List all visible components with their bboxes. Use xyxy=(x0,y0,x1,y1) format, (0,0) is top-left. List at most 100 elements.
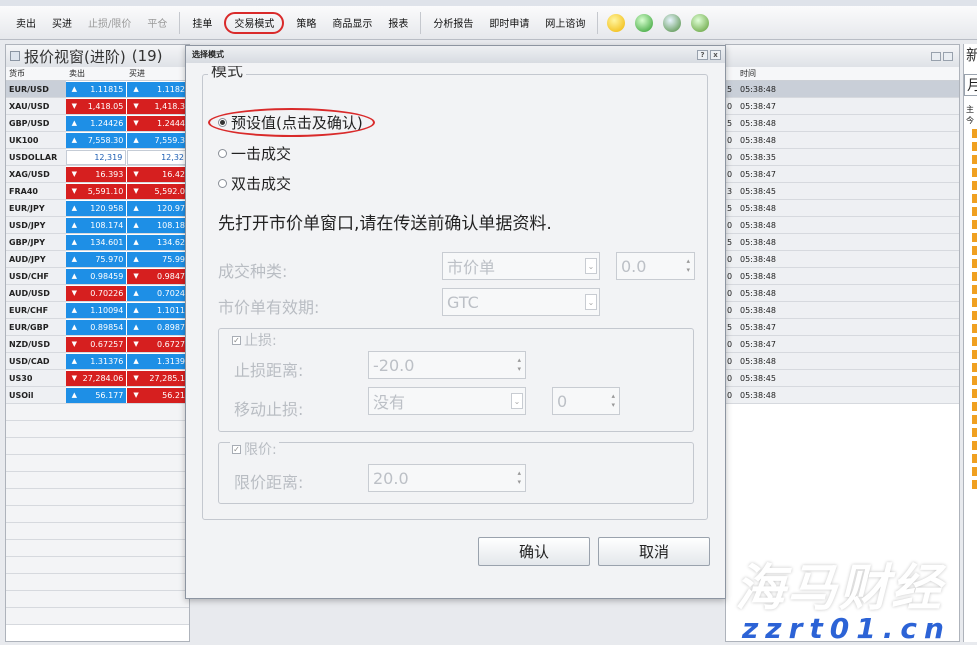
column-buy[interactable]: 买进 xyxy=(126,68,186,79)
time-row[interactable]: 0 05:38:48 xyxy=(726,217,959,234)
quote-row[interactable]: US30 ▼ 27,284.06 ▼ 27,285.1 xyxy=(6,370,189,387)
sell-price-cell[interactable]: ▲ 108.174 xyxy=(65,217,127,233)
sell-price-cell[interactable]: ▲ 1.31376 xyxy=(65,353,127,369)
item-icon[interactable] xyxy=(972,181,977,190)
item-icon[interactable] xyxy=(972,207,977,216)
reports-button[interactable]: 报表 xyxy=(380,12,416,34)
time-row[interactable]: 0 05:38:45 xyxy=(726,370,959,387)
refresh-icon[interactable] xyxy=(635,13,654,32)
buy-price-cell[interactable]: ▼ 1,418.3 xyxy=(127,98,189,114)
quote-row[interactable]: USOil ▲ 56.177 ▼ 56.21 xyxy=(6,387,189,404)
item-icon[interactable] xyxy=(972,480,977,489)
item-icon[interactable] xyxy=(972,246,977,255)
item-icon[interactable] xyxy=(972,467,977,476)
item-icon[interactable] xyxy=(972,337,977,346)
sell-price-cell[interactable]: ▼ 27,284.06 xyxy=(65,370,127,386)
buy-price-cell[interactable]: ▼ 27,285.1 xyxy=(127,370,189,386)
buy-price-cell[interactable]: ▼ 16.42 xyxy=(127,166,189,182)
sell-price-cell[interactable]: ▲ 0.98459 xyxy=(65,268,127,284)
item-icon[interactable] xyxy=(972,389,977,398)
radio-double-click[interactable]: 双击成交 xyxy=(218,173,291,194)
sell-price-cell[interactable]: ▲ 75.970 xyxy=(65,251,127,267)
item-icon[interactable] xyxy=(972,402,977,411)
strategy-button[interactable]: 策略 xyxy=(288,12,324,34)
quote-row[interactable]: EUR/GBP ▲ 0.89854 ▲ 0.8987 xyxy=(6,319,189,336)
chart-icon[interactable] xyxy=(663,13,682,32)
item-icon[interactable] xyxy=(972,415,977,424)
radio-default-mode[interactable]: 预设值(点击及确认) xyxy=(208,108,375,137)
sell-price-cell[interactable]: ▲ 0.89854 xyxy=(65,319,127,335)
buy-button[interactable]: 买进 xyxy=(44,12,80,34)
quote-row[interactable]: USDOLLAR 12,319 12,32 xyxy=(6,149,189,166)
time-row[interactable]: 0 05:38:48 xyxy=(726,387,959,404)
time-row[interactable]: 0 05:38:48 xyxy=(726,353,959,370)
item-icon[interactable] xyxy=(972,285,977,294)
buy-price-cell[interactable]: ▼ 1.2444 xyxy=(127,115,189,131)
column-currency[interactable]: 货币 xyxy=(6,68,66,79)
close-icon[interactable]: x xyxy=(710,49,721,60)
buy-price-cell[interactable]: ▲ 0.8987 xyxy=(127,319,189,335)
item-icon[interactable] xyxy=(972,428,977,437)
item-icon[interactable] xyxy=(972,194,977,203)
item-icon[interactable] xyxy=(972,220,977,229)
item-icon[interactable] xyxy=(972,363,977,372)
time-row[interactable]: 0 05:38:47 xyxy=(726,336,959,353)
trade-mode-button[interactable]: 交易模式 xyxy=(224,11,285,34)
pending-order-button[interactable]: 挂单 xyxy=(184,12,220,34)
sell-price-cell[interactable]: ▲ 1.11815 xyxy=(65,81,127,97)
order-type-select[interactable]: 市价单 ⌄ xyxy=(442,252,600,280)
stop-distance-stepper[interactable]: -20.0 ▴ ▾ xyxy=(368,351,526,379)
sell-price-cell[interactable]: ▲ 7,558.30 xyxy=(65,132,127,148)
time-row[interactable]: 0 05:38:48 xyxy=(726,251,959,268)
online-consult-button[interactable]: 网上谘询 xyxy=(537,12,593,34)
time-row[interactable]: 0 05:38:48 xyxy=(726,268,959,285)
quote-row[interactable]: USD/CHF ▲ 0.98459 ▼ 0.9847 xyxy=(6,268,189,285)
quote-row[interactable]: XAU/USD ▼ 1,418.05 ▼ 1,418.3 xyxy=(6,98,189,115)
quote-row[interactable]: GBP/USD ▲ 1.24426 ▼ 1.2444 xyxy=(6,115,189,132)
limit-checkbox[interactable]: ✓ 限价: xyxy=(230,439,279,459)
item-icon[interactable] xyxy=(972,168,977,177)
buy-price-cell[interactable]: ▲ 134.62 xyxy=(127,234,189,250)
sell-price-cell[interactable]: 12,319 xyxy=(65,149,127,165)
buy-price-cell[interactable]: ▲ 1.1182 xyxy=(127,81,189,97)
help-icon[interactable]: ? xyxy=(697,49,708,60)
quote-row[interactable]: EUR/CHF ▲ 1.10094 ▲ 1.1011 xyxy=(6,302,189,319)
sell-price-cell[interactable]: ▲ 120.958 xyxy=(65,200,127,216)
pin-icon[interactable] xyxy=(10,51,20,61)
item-icon[interactable] xyxy=(972,142,977,151)
sell-price-cell[interactable]: ▼ 0.67257 xyxy=(65,336,127,352)
time-row[interactable]: 3 05:38:45 xyxy=(726,183,959,200)
column-time[interactable]: 时间 xyxy=(736,68,756,79)
quote-row[interactable]: FRA40 ▼ 5,591.10 ▼ 5,592.0 xyxy=(6,183,189,200)
quote-row[interactable]: EUR/JPY ▲ 120.958 ▲ 120.97 xyxy=(6,200,189,217)
time-row[interactable]: 0 05:38:48 xyxy=(726,132,959,149)
sell-price-cell[interactable]: ▲ 1.10094 xyxy=(65,302,127,318)
quote-row[interactable]: AUD/USD ▼ 0.70226 ▲ 0.7024 xyxy=(6,285,189,302)
trailing-stop-select[interactable]: 没有 ⌄ xyxy=(368,387,526,415)
buy-price-cell[interactable]: ▲ 75.99 xyxy=(127,251,189,267)
item-icon[interactable] xyxy=(972,454,977,463)
buy-price-cell[interactable]: ▲ 7,559.3 xyxy=(127,132,189,148)
buy-price-cell[interactable]: ▼ 0.6727 xyxy=(127,336,189,352)
close-position-button[interactable]: 平仓 xyxy=(139,12,175,34)
cancel-button[interactable]: 取消 xyxy=(598,537,710,566)
limit-distance-stepper[interactable]: 20.0 ▴ ▾ xyxy=(368,464,526,492)
sell-price-cell[interactable]: ▼ 16.393 xyxy=(65,166,127,182)
sell-button[interactable]: 卖出 xyxy=(8,12,44,34)
column-sell[interactable]: 卖出 xyxy=(66,68,126,79)
sell-price-cell[interactable]: ▼ 0.70226 xyxy=(65,285,127,301)
sell-price-cell[interactable]: ▲ 1.24426 xyxy=(65,115,127,131)
sell-price-cell[interactable]: ▼ 5,591.10 xyxy=(65,183,127,199)
restore-icon[interactable] xyxy=(931,51,941,61)
stop-loss-checkbox[interactable]: ✓ 止损: xyxy=(230,330,279,350)
time-row[interactable]: 5 05:38:48 xyxy=(726,200,959,217)
quote-row[interactable]: XAG/USD ▼ 16.393 ▼ 16.42 xyxy=(6,166,189,183)
item-icon[interactable] xyxy=(972,259,977,268)
confirm-button[interactable]: 确认 xyxy=(478,537,590,566)
trailing-stop-stepper[interactable]: 0 ▴ ▾ xyxy=(552,387,620,415)
item-icon[interactable] xyxy=(972,298,977,307)
quote-row[interactable]: USD/JPY ▲ 108.174 ▲ 108.18 xyxy=(6,217,189,234)
buy-price-cell[interactable]: ▲ 108.18 xyxy=(127,217,189,233)
buy-price-cell[interactable]: ▼ 5,592.0 xyxy=(127,183,189,199)
quote-row[interactable]: AUD/JPY ▲ 75.970 ▲ 75.99 xyxy=(6,251,189,268)
